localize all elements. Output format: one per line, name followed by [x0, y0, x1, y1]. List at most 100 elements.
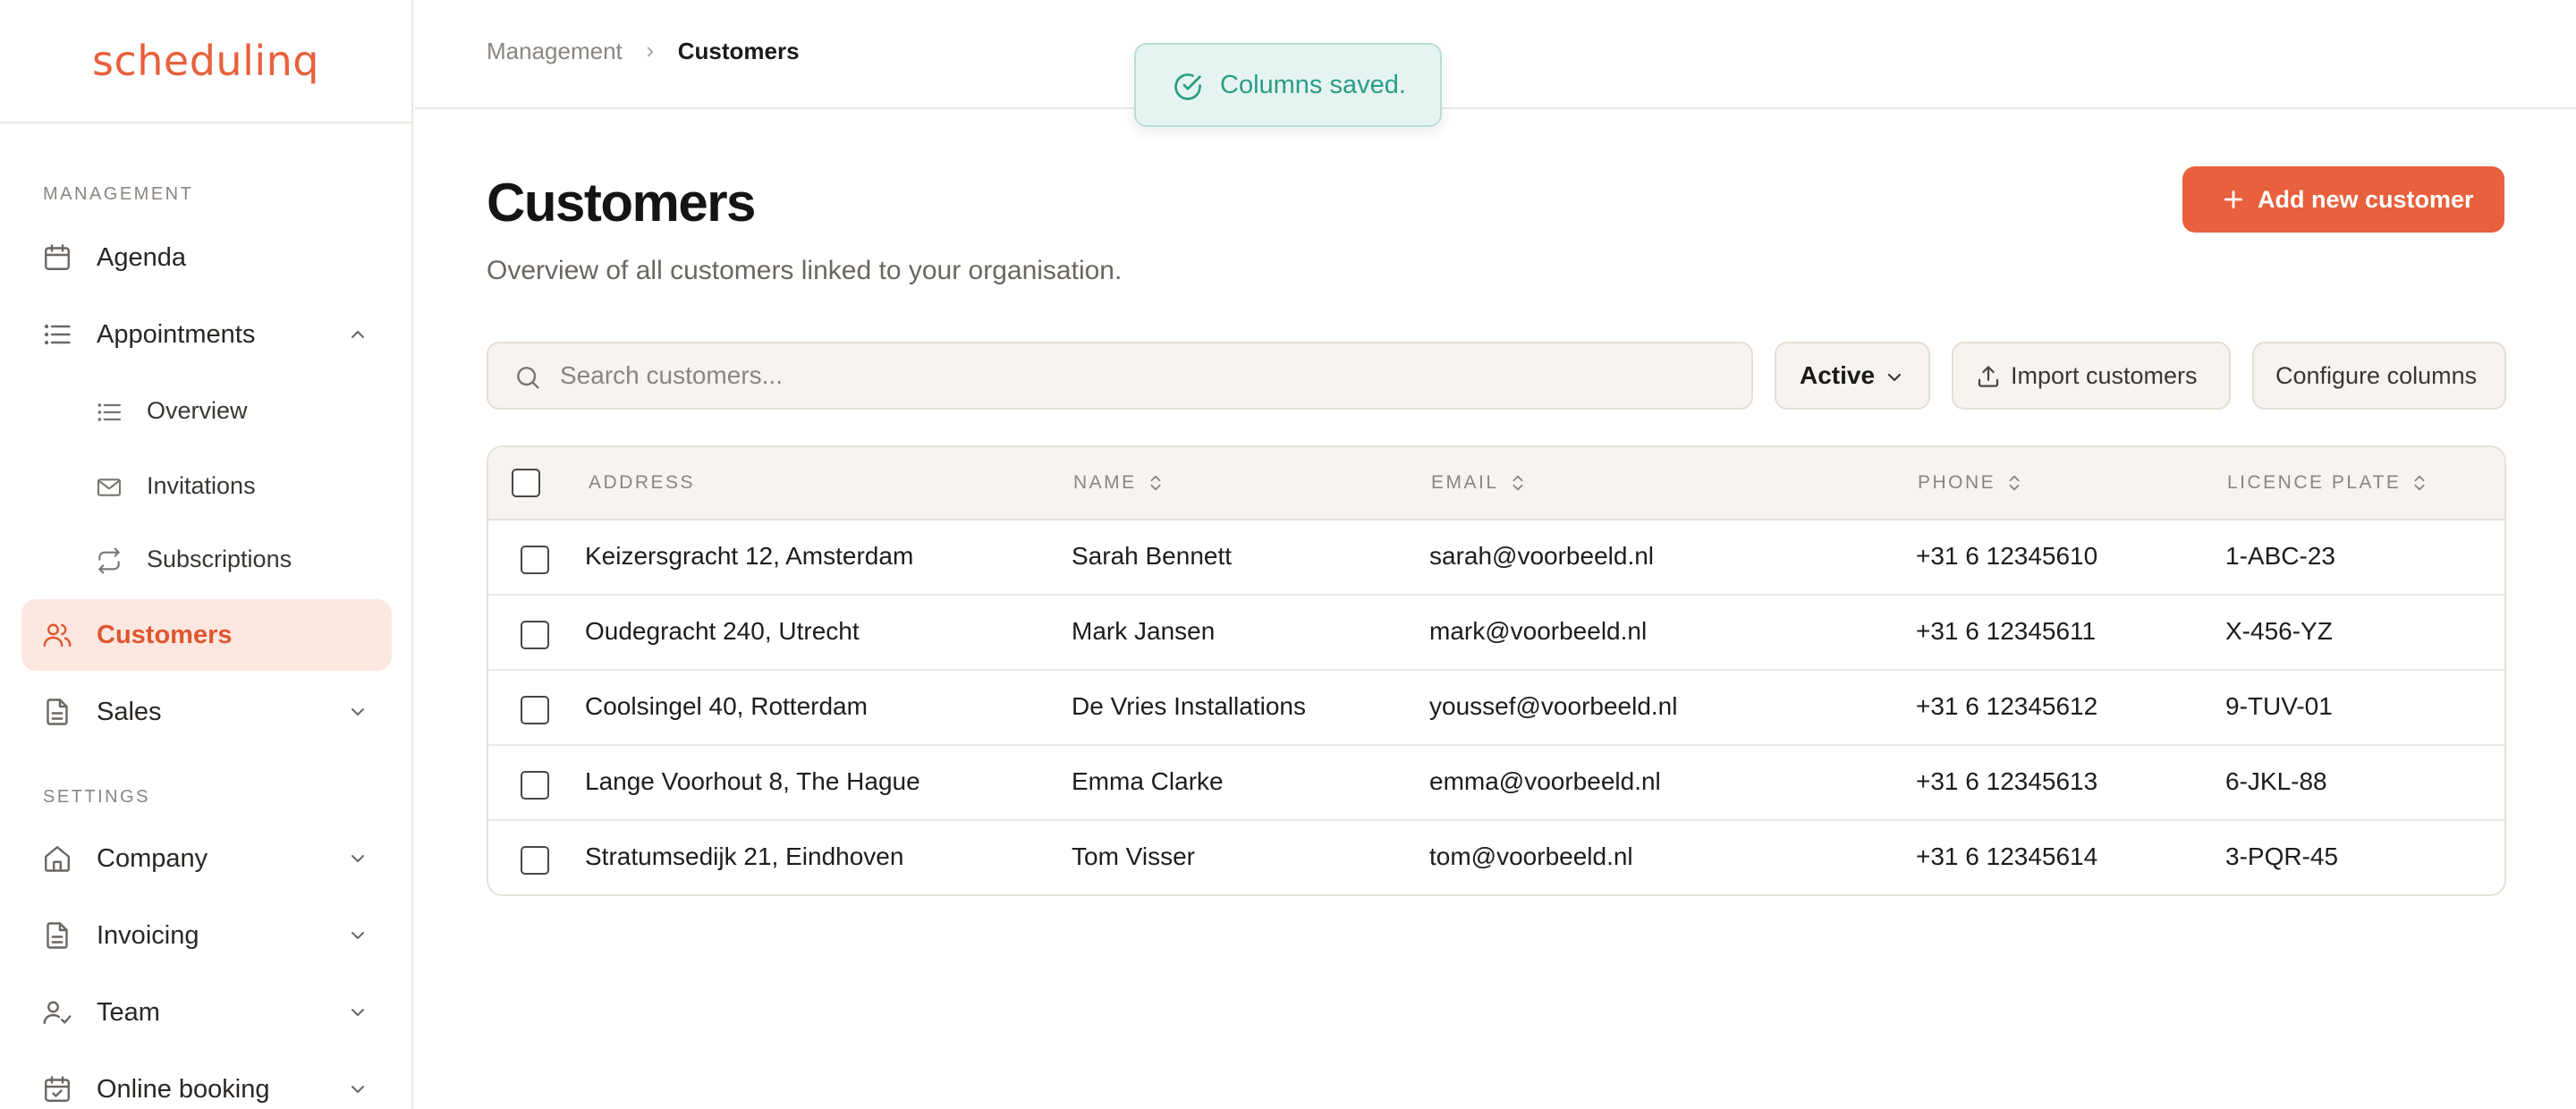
sidebar-item-label: Team: [97, 997, 160, 1027]
table-row[interactable]: Oudegracht 240, Utrecht Mark Jansen mark…: [488, 596, 2504, 671]
home-icon: [41, 842, 73, 875]
sidebar-item-label: Sales: [97, 697, 162, 726]
sort-icon[interactable]: [2410, 473, 2429, 493]
calendar-icon: [41, 241, 73, 274]
sort-icon[interactable]: [2004, 473, 2024, 493]
cell-licence-plate: 6-JKL-88: [2225, 767, 2327, 795]
cell-name: Sarah Bennett: [1072, 542, 1233, 570]
cell-name: De Vries Installations: [1072, 692, 1306, 720]
page-title: Customers: [487, 173, 756, 233]
cell-address: Coolsingel 40, Rotterdam: [585, 692, 868, 720]
cell-address: Stratumsedijk 21, Eindhoven: [585, 842, 904, 870]
chevron-up-icon[interactable]: [347, 324, 369, 345]
cell-phone: +31 6 12345612: [1916, 692, 2098, 720]
cell-email: youssef@voorbeeld.nl: [1429, 692, 1678, 720]
document-icon: [41, 919, 73, 952]
success-toast: Columns saved.: [1134, 43, 1442, 127]
column-header-label: EMAIL: [1431, 472, 1499, 493]
breadcrumb: Management Customers: [487, 38, 800, 65]
repeat-icon: [95, 546, 123, 575]
section-label-management: MANAGEMENT: [43, 184, 194, 204]
cell-phone: +31 6 12345613: [1916, 767, 2098, 795]
list-icon: [95, 398, 123, 427]
row-checkbox[interactable]: [521, 546, 549, 574]
sort-icon[interactable]: [1508, 473, 1528, 493]
row-checkbox[interactable]: [521, 621, 549, 649]
sidebar-item-appointments[interactable]: Appointments: [21, 299, 392, 370]
table-row[interactable]: Lange Voorhout 8, The Hague Emma Clarke …: [488, 746, 2504, 821]
table-row[interactable]: Coolsingel 40, Rotterdam De Vries Instal…: [488, 671, 2504, 746]
check-circle-icon: [1172, 71, 1204, 103]
column-header-address: ADDRESS: [589, 472, 695, 494]
column-header-label: LICENCE PLATE: [2227, 472, 2402, 493]
cell-address: Keizersgracht 12, Amsterdam: [585, 542, 914, 570]
cell-email: emma@voorbeeld.nl: [1429, 767, 1661, 795]
column-header-label: PHONE: [1918, 472, 1996, 493]
sidebar-subitem-invitations[interactable]: Invitations: [21, 454, 392, 517]
row-checkbox[interactable]: [521, 696, 549, 724]
column-header-name[interactable]: NAME: [1073, 472, 1165, 494]
table-header: ADDRESS NAME EMAIL PHONE LICENCE PLATE: [488, 447, 2504, 521]
breadcrumb-current: Customers: [677, 38, 800, 64]
status-filter-dropdown[interactable]: Active: [1775, 342, 1930, 410]
calendar-check-icon: [41, 1073, 73, 1105]
add-customer-button-label: Add new customer: [2258, 185, 2474, 213]
top-bar: Management Customers: [415, 0, 2576, 109]
sort-icon[interactable]: [1146, 473, 1165, 493]
sidebar-subitem-label: Subscriptions: [147, 545, 292, 572]
sidebar-item-sales[interactable]: Sales: [21, 676, 392, 748]
sidebar-item-team[interactable]: Team: [21, 977, 392, 1048]
users-icon: [41, 619, 73, 651]
select-all-checkbox[interactable]: [512, 469, 540, 497]
cell-licence-plate: 9-TUV-01: [2225, 692, 2333, 720]
cell-phone: +31 6 12345614: [1916, 842, 2098, 870]
sidebar-item-online-booking[interactable]: Online booking: [21, 1054, 392, 1109]
cell-address: Oudegracht 240, Utrecht: [585, 617, 860, 645]
configure-columns-button[interactable]: Configure columns: [2252, 342, 2506, 410]
sidebar-item-company[interactable]: Company: [21, 823, 392, 894]
section-label-settings: SETTINGS: [43, 787, 151, 807]
cell-email: mark@voorbeeld.nl: [1429, 617, 1648, 645]
search-input[interactable]: [560, 343, 1723, 408]
sidebar-item-invoicing[interactable]: Invoicing: [21, 900, 392, 971]
column-header-phone[interactable]: PHONE: [1918, 472, 2024, 494]
cell-name: Emma Clarke: [1072, 767, 1224, 795]
row-checkbox[interactable]: [521, 846, 549, 875]
chevron-down-icon[interactable]: [347, 848, 369, 869]
cell-name: Tom Visser: [1072, 842, 1195, 870]
sidebar-item-label: Agenda: [97, 242, 186, 272]
chevron-right-icon: [642, 44, 658, 60]
sidebar-subitem-label: Overview: [147, 396, 248, 424]
customers-table: ADDRESS NAME EMAIL PHONE LICENCE PLATE K…: [487, 445, 2506, 896]
table-row[interactable]: Stratumsedijk 21, Eindhoven Tom Visser t…: [488, 821, 2504, 894]
column-header-licence-plate[interactable]: LICENCE PLATE: [2227, 472, 2429, 494]
sidebar-item-agenda[interactable]: Agenda: [21, 222, 392, 293]
chevron-down-icon[interactable]: [347, 1002, 369, 1023]
mail-icon: [95, 473, 123, 502]
chevron-down-icon[interactable]: [347, 1079, 369, 1100]
sidebar-subitem-label: Invitations: [147, 471, 256, 499]
status-filter-value: Active: [1800, 361, 1876, 389]
sidebar-item-label: Customers: [97, 620, 233, 649]
user-check-icon: [41, 996, 73, 1029]
add-customer-button[interactable]: Add new customer: [2182, 166, 2504, 233]
app-logo[interactable]: schedulinq: [92, 37, 319, 85]
cell-address: Lange Voorhout 8, The Hague: [585, 767, 920, 795]
sidebar-item-label: Company: [97, 843, 208, 873]
cell-email: tom@voorbeeld.nl: [1429, 842, 1633, 870]
chevron-down-icon[interactable]: [347, 925, 369, 946]
sidebar-item-customers[interactable]: Customers: [21, 599, 392, 671]
column-header-email[interactable]: EMAIL: [1431, 472, 1528, 494]
sidebar: schedulinq MANAGEMENT Agenda Appointment…: [0, 0, 413, 1109]
sidebar-subitem-overview[interactable]: Overview: [21, 379, 392, 442]
sidebar-subitem-subscriptions[interactable]: Subscriptions: [21, 528, 392, 590]
import-customers-button[interactable]: Import customers: [1952, 342, 2231, 410]
breadcrumb-parent-link[interactable]: Management: [487, 38, 623, 65]
cell-name: Mark Jansen: [1072, 617, 1216, 645]
chevron-down-icon[interactable]: [347, 701, 369, 723]
cell-licence-plate: 1-ABC-23: [2225, 542, 2335, 570]
row-checkbox[interactable]: [521, 771, 549, 800]
sidebar-item-label: Appointments: [97, 319, 256, 349]
cell-phone: +31 6 12345611: [1916, 617, 2097, 645]
table-row[interactable]: Keizersgracht 12, Amsterdam Sarah Bennet…: [488, 521, 2504, 596]
